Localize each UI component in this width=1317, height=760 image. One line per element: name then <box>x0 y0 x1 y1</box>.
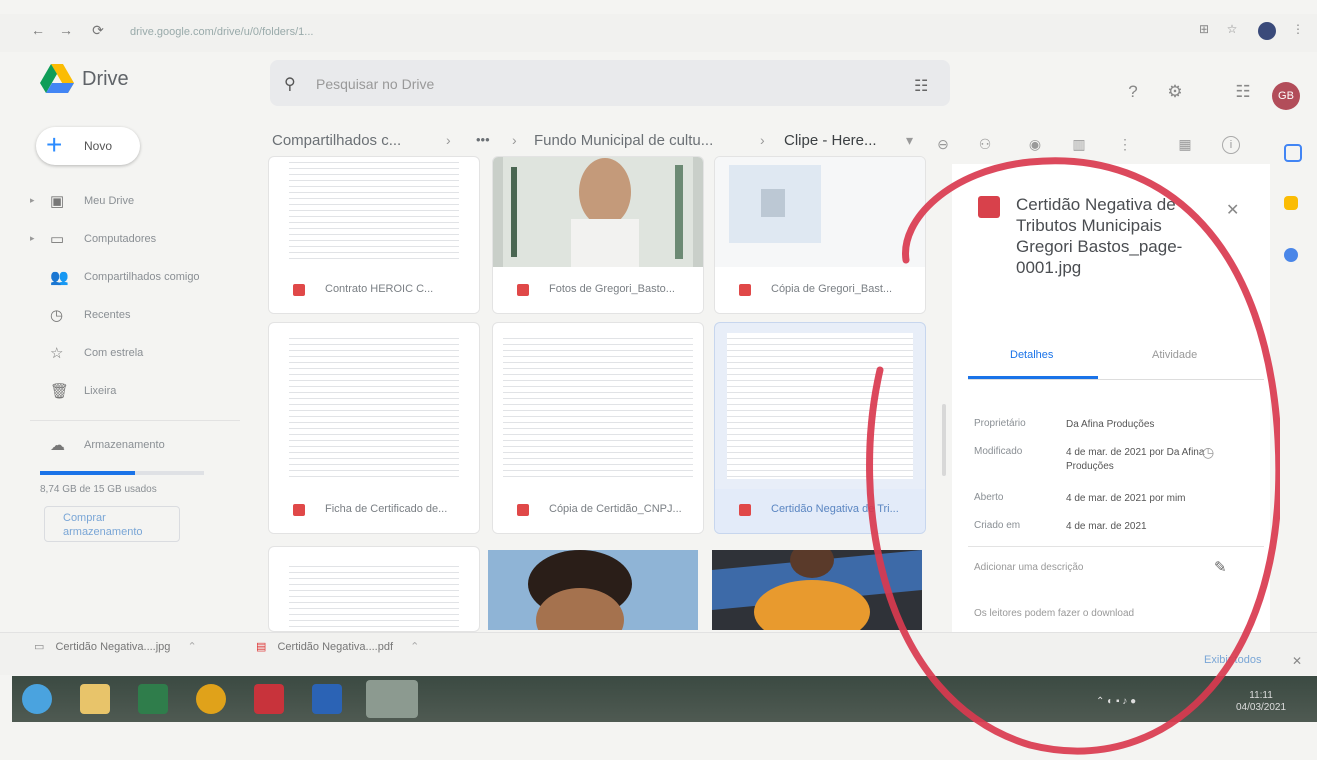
file-card[interactable]: Fotos de Gregori_Basto... <box>492 156 704 314</box>
sidebar-item-starred[interactable]: ☆ Com estrela <box>30 342 230 366</box>
back-button[interactable]: ← <box>30 22 46 38</box>
pdf-file-icon: ▤ <box>256 641 267 653</box>
file-thumbnail <box>289 157 459 259</box>
image-file-icon <box>293 504 305 516</box>
file-name: Fotos de Gregori_Basto... <box>549 283 675 295</box>
address-bar[interactable]: drive.google.com/drive/u/0/folders/1... <box>130 22 1170 42</box>
file-name: Contrato HEROIC C... <box>325 283 434 295</box>
shared-icon: 👥 <box>50 269 69 286</box>
sidebar-item-storage[interactable]: ☁ Armazenamento <box>30 434 230 458</box>
acrobat-icon[interactable] <box>254 684 284 714</box>
settings-gear-icon[interactable]: ⚙ <box>1164 82 1186 104</box>
expand-caret-icon[interactable]: ▸ <box>30 195 35 206</box>
chevron-right-icon: › <box>446 132 451 148</box>
clock-icon: ◷ <box>50 307 64 324</box>
download-file-name: Certidão Negativa....pdf <box>277 641 394 653</box>
calendar-icon[interactable] <box>1284 144 1302 162</box>
sidebar-item-label: Meu Drive <box>84 195 135 207</box>
account-avatar[interactable]: GB <box>1272 82 1300 110</box>
storage-usage-text: 8,74 GB de 15 GB usados <box>40 484 157 495</box>
reload-button[interactable]: ⟳ <box>90 22 106 38</box>
file-card[interactable]: Ficha de Certificado de... <box>268 322 480 534</box>
chrome-alt-icon[interactable] <box>196 684 226 714</box>
word-icon[interactable] <box>312 684 342 714</box>
image-file-icon <box>517 504 529 516</box>
file-thumbnail <box>493 157 703 267</box>
app-title: Drive <box>82 68 129 90</box>
search-icon[interactable]: ⚲ <box>284 74 296 94</box>
buy-storage-button[interactable]: Comprar armazenamento <box>44 506 180 542</box>
sidebar-item-trash[interactable]: 🗑 Lixeira <box>30 380 230 404</box>
cloud-icon: ☁ <box>50 437 65 454</box>
annotation-circle <box>866 157 1280 755</box>
chevron-right-icon: › <box>512 132 517 148</box>
sidebar-item-computers[interactable]: ▸ ▭ Computadores <box>30 228 230 252</box>
sidebar-item-label: Armazenamento <box>84 439 165 451</box>
search-input[interactable]: Pesquisar no Drive <box>316 76 434 92</box>
sidebar-item-recent[interactable]: ◷ Recentes <box>30 304 230 328</box>
chevron-up-icon[interactable]: ⌃ <box>187 641 196 653</box>
star-icon: ☆ <box>50 345 64 362</box>
download-item[interactable]: ▤ Certidão Negativa....pdf ⌃ <box>256 640 419 666</box>
sidebar-item-label: Lixeira <box>84 385 117 397</box>
extension-icon[interactable]: ⊞ <box>1196 22 1212 38</box>
breadcrumb-item[interactable]: Compartilhados c... <box>272 132 401 149</box>
drive-icon: ▣ <box>50 193 65 210</box>
apps-grid-icon[interactable]: ☷ <box>1232 82 1254 104</box>
download-file-name: Certidão Negativa....jpg <box>55 641 171 653</box>
file-card[interactable]: Cópia de Certidão_CNPJ... <box>492 322 704 534</box>
close-downloads-icon[interactable]: ✕ <box>1292 654 1302 668</box>
breadcrumb-item[interactable]: Fundo Municipal de cultu... <box>534 132 713 149</box>
chevron-right-icon: › <box>760 132 765 148</box>
sidebar-item-label: Com estrela <box>84 347 144 359</box>
sidebar-item-label: Computadores <box>84 233 157 245</box>
new-button-label: Novo <box>84 139 113 153</box>
image-file-icon <box>293 284 305 296</box>
breadcrumb-more[interactable]: ••• <box>476 132 490 147</box>
file-thumbnail <box>503 333 693 479</box>
sidebar-item-label: Compartilhados comigo <box>84 271 200 283</box>
image-file-icon <box>739 504 751 516</box>
file-card-photo[interactable] <box>488 550 698 630</box>
file-name: Cópia de Certidão_CNPJ... <box>549 503 682 515</box>
file-name: Ficha de Certificado de... <box>325 503 448 515</box>
chrome-icon-active[interactable] <box>366 680 418 718</box>
image-file-icon: ▭ <box>34 641 45 653</box>
computer-icon: ▭ <box>50 231 65 248</box>
file-explorer-icon[interactable] <box>80 684 110 714</box>
browser-menu-icon[interactable]: ⋮ <box>1290 22 1306 38</box>
sidebar-divider <box>30 420 240 421</box>
drive-logo-icon <box>40 64 74 93</box>
storage-progress-fill <box>40 471 136 475</box>
plus-icon: + <box>46 129 63 160</box>
sidebar-item-shared[interactable]: 👥 Compartilhados comigo <box>30 266 230 290</box>
image-file-icon <box>517 284 529 296</box>
tasks-icon[interactable] <box>1284 248 1298 262</box>
keep-icon[interactable] <box>1284 196 1298 210</box>
sidebar-item-label: Recentes <box>84 309 131 321</box>
chevron-up-icon[interactable]: ⌃ <box>410 641 419 653</box>
start-button-icon[interactable] <box>22 684 52 714</box>
help-icon[interactable]: ? <box>1122 82 1144 104</box>
file-thumbnail <box>289 333 459 479</box>
expand-caret-icon[interactable]: ▸ <box>30 233 35 244</box>
file-thumbnail <box>289 561 459 631</box>
file-card[interactable] <box>268 546 480 632</box>
sidebar-item-my-drive[interactable]: ▸ ▣ Meu Drive <box>30 190 230 214</box>
forward-button[interactable]: → <box>58 22 74 38</box>
search-options-icon[interactable]: ☷ <box>914 76 928 96</box>
image-file-icon <box>739 284 751 296</box>
profile-icon[interactable] <box>1258 22 1276 40</box>
excel-icon[interactable] <box>138 684 168 714</box>
file-card[interactable]: Contrato HEROIC C... <box>268 156 480 314</box>
download-item[interactable]: ▭ Certidão Negativa....jpg ⌃ <box>34 640 197 666</box>
trash-icon: 🗑 <box>50 383 70 400</box>
bookmark-star-icon[interactable]: ☆ <box>1224 22 1240 38</box>
